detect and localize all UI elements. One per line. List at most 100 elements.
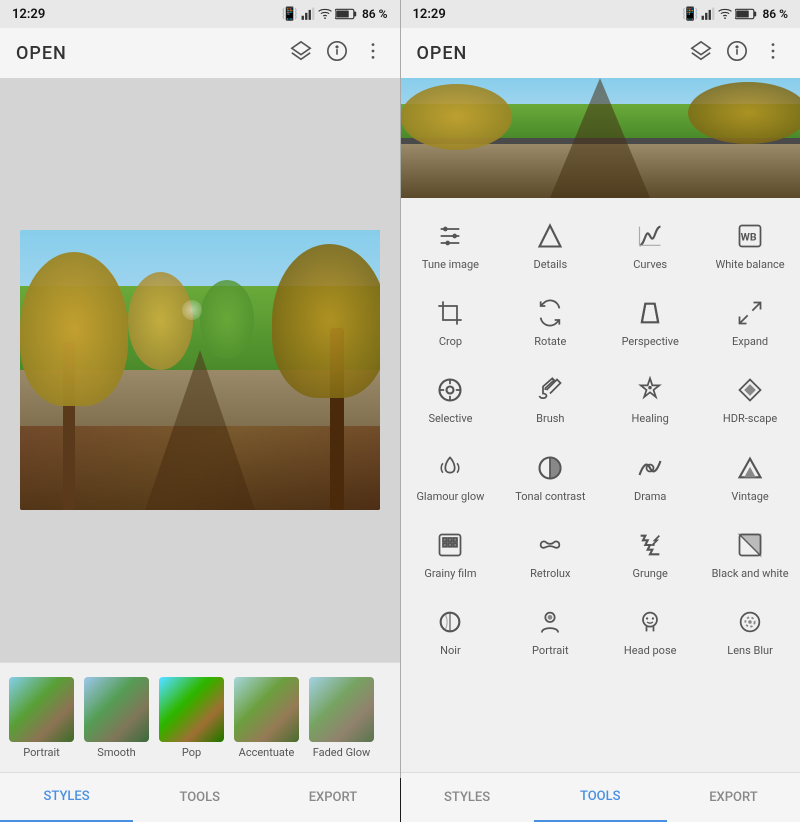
right-panel: 12:29 📳 86 % OPEN: [401, 0, 800, 822]
tool-lens-blur[interactable]: Lens Blur: [705, 596, 795, 665]
portrait-label: Portrait: [532, 644, 569, 657]
signal-icon-right: [701, 7, 715, 21]
hdr-label: HDR-scape: [723, 412, 777, 425]
more-icon-right[interactable]: [762, 40, 784, 67]
tool-perspective[interactable]: Perspective: [605, 287, 695, 356]
info-icon[interactable]: [326, 40, 348, 67]
tools-row-5: Grainy film Retrolux Grunge: [401, 515, 800, 592]
rotate-label: Rotate: [534, 335, 566, 348]
tune-image-icon: [432, 218, 468, 254]
image-area-right: [401, 78, 800, 198]
crop-icon: [432, 295, 468, 331]
healing-icon: [632, 372, 668, 408]
tool-grunge[interactable]: Grunge: [605, 519, 695, 588]
tonal-label: Tonal contrast: [515, 490, 585, 503]
tool-noir[interactable]: Noir: [405, 596, 495, 665]
tool-vintage[interactable]: Vintage: [705, 442, 795, 511]
tool-healing[interactable]: Healing: [605, 364, 695, 433]
lensblur-icon: [732, 604, 768, 640]
tool-details[interactable]: Details: [505, 210, 595, 279]
tool-tune-image[interactable]: Tune image: [405, 210, 495, 279]
layers-icon[interactable]: [290, 40, 312, 67]
more-icon[interactable]: [362, 40, 384, 67]
tool-curves[interactable]: Curves: [605, 210, 695, 279]
tool-hdr-scape[interactable]: HDR-scape: [705, 364, 795, 433]
drama-icon: [632, 450, 668, 486]
tool-tonal-contrast[interactable]: Tonal contrast: [505, 442, 595, 511]
tool-bw[interactable]: Black and white: [705, 519, 795, 588]
signal-icon: [301, 7, 315, 21]
grunge-label: Grunge: [633, 567, 668, 580]
top-bar-right: OPEN: [401, 28, 800, 78]
open-label-left[interactable]: OPEN: [16, 43, 67, 64]
styles-strip: Portrait Smooth Pop Accentuate Faded Glo…: [0, 662, 400, 772]
lensblur-label: Lens Blur: [727, 644, 773, 657]
tool-rotate[interactable]: Rotate: [505, 287, 595, 356]
svg-text:WB: WB: [741, 231, 757, 244]
info-icon-right[interactable]: [726, 40, 748, 67]
curves-icon: [632, 218, 668, 254]
brush-icon: [532, 372, 568, 408]
retrolux-icon: [532, 527, 568, 563]
tab-export-left[interactable]: EXPORT: [266, 773, 399, 822]
time-right: 12:29: [413, 7, 446, 22]
noir-label: Noir: [440, 644, 461, 657]
open-label-right[interactable]: OPEN: [417, 43, 468, 64]
grainy-label: Grainy film: [424, 567, 476, 580]
wb-label: White balance: [715, 258, 784, 271]
tab-export-right[interactable]: EXPORT: [667, 773, 800, 822]
tab-tools-right[interactable]: TOOLS: [534, 773, 667, 822]
style-accentuate[interactable]: Accentuate: [229, 677, 304, 759]
battery-icon-right: [735, 8, 757, 20]
tools-row-1: Tune image Details Curves: [401, 206, 800, 283]
style-portrait[interactable]: Portrait: [4, 677, 79, 759]
status-icons-right: 📳 86 %: [682, 7, 788, 22]
tool-portrait[interactable]: Portrait: [505, 596, 595, 665]
tool-head-pose[interactable]: Head pose: [605, 596, 695, 665]
tool-retrolux[interactable]: Retrolux: [505, 519, 595, 588]
vintage-label: Vintage: [731, 490, 768, 503]
expand-label: Expand: [732, 335, 768, 348]
tool-glamour-glow[interactable]: Glamour glow: [405, 442, 495, 511]
photo-preview-left: [20, 230, 380, 510]
tool-grainy-film[interactable]: Grainy film: [405, 519, 495, 588]
bottom-nav-right: STYLES TOOLS EXPORT: [401, 772, 800, 822]
perspective-icon: [632, 295, 668, 331]
vibrate-icon: 📳: [282, 7, 298, 22]
details-icon: [532, 218, 568, 254]
curves-label: Curves: [633, 258, 667, 271]
bw-icon: [732, 527, 768, 563]
bottom-nav-left: STYLES TOOLS EXPORT: [0, 772, 400, 822]
layers-icon-right[interactable]: [690, 40, 712, 67]
selective-label: Selective: [428, 412, 472, 425]
style-smooth[interactable]: Smooth: [79, 677, 154, 759]
image-area-left: [0, 78, 400, 662]
perspective-label: Perspective: [622, 335, 679, 348]
glamour-icon: [432, 450, 468, 486]
healing-label: Healing: [632, 412, 669, 425]
tool-drama[interactable]: Drama: [605, 442, 695, 511]
vibrate-icon-right: 📳: [682, 7, 698, 22]
tools-row-2: Crop Rotate Perspective: [401, 283, 800, 360]
top-bar-left: OPEN: [0, 28, 400, 78]
tool-brush[interactable]: Brush: [505, 364, 595, 433]
style-faded-glow[interactable]: Faded Glow: [304, 677, 379, 759]
battery-pct-right: 86 %: [762, 7, 788, 21]
portrait-icon: [532, 604, 568, 640]
tool-selective[interactable]: Selective: [405, 364, 495, 433]
status-icons-left: 📳 86 %: [282, 7, 388, 22]
style-pop[interactable]: Pop: [154, 677, 229, 759]
tonal-icon: [532, 450, 568, 486]
left-panel: 12:29 📳 86 %: [0, 0, 400, 822]
tab-tools-left[interactable]: TOOLS: [133, 773, 266, 822]
brush-label: Brush: [536, 412, 564, 425]
tab-styles-left[interactable]: STYLES: [0, 773, 133, 822]
tools-row-3: Selective Brush Healing: [401, 360, 800, 437]
wb-icon: WB: [732, 218, 768, 254]
tab-styles-right[interactable]: STYLES: [401, 773, 534, 822]
tool-crop[interactable]: Crop: [405, 287, 495, 356]
tool-white-balance[interactable]: WB White balance: [705, 210, 795, 279]
tool-expand[interactable]: Expand: [705, 287, 795, 356]
style-label-pop: Pop: [182, 746, 201, 759]
tools-row-4: Glamour glow Tonal contrast Drama: [401, 438, 800, 515]
